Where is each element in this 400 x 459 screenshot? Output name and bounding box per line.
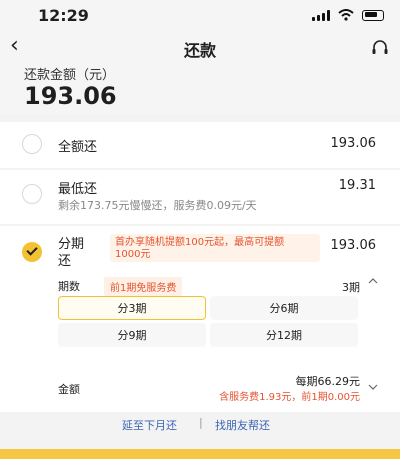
status-time: 12:29 [38,6,89,25]
option-min-note: 剩余173.75元慢慢还，服务费0.09元/天 [58,199,257,212]
status-bar: 12:29 [0,0,400,30]
chevron-up-icon[interactable] [368,276,378,286]
friend-repay-link[interactable]: 找朋友帮还 [215,417,270,433]
repay-amount-section: 还款金额（元） 193.06 [0,62,400,114]
repay-amount-label: 还款金额（元） [24,68,116,83]
confirm-repay-button[interactable] [0,449,400,459]
option-full-value: 193.06 [330,136,377,151]
battery-icon [362,9,384,21]
wifi-icon [338,9,354,21]
page-title: 还款 [183,41,216,60]
signal-icon [312,9,330,21]
link-separator: | [199,416,203,429]
chevron-down-icon[interactable] [368,382,378,392]
repay-amount-value: 193.06 [24,82,117,110]
option-full[interactable]: 全额还 193.06 [0,122,400,168]
option-installment-label: 分期 还 [58,236,84,270]
defer-link[interactable]: 延至下月还 [122,417,177,433]
installment-label-line1: 分期 [58,237,85,252]
radio-installment[interactable] [22,242,42,262]
promo-banner: 首办享随机提额100元起，最高可提额 1000元 [110,234,320,262]
radio-min[interactable] [22,184,42,204]
option-full-label: 全额还 [58,140,98,155]
promo-line1: 首办享随机提额100元起，最高可提额 [115,237,285,248]
option-installment-value: 193.06 [330,238,377,253]
fee-note: 含服务费1.93元，前1期0.00元 [219,392,360,403]
term-value[interactable]: 3期 [342,279,360,295]
term-label: 期数 [58,280,80,293]
plan-9[interactable]: 分9期 [58,323,206,347]
radio-full[interactable] [22,134,42,154]
installment-amount-label: 金额 [58,383,80,396]
installment-label-line2: 还 [58,254,72,269]
headset-icon[interactable] [371,39,389,57]
installment-amount-detail: 每期66.29元 含服务费1.93元，前1期0.00元 [219,374,360,406]
alt-repay-links: 延至下月还 | 找朋友帮还 [0,413,400,435]
option-min-value: 19.31 [338,178,376,193]
status-icons [312,9,384,21]
per-period-amount: 每期66.29元 [295,375,361,388]
plan-3[interactable]: 分3期 [58,296,206,320]
plan-6[interactable]: 分6期 [210,296,358,320]
plan-12[interactable]: 分12期 [210,323,358,347]
option-min[interactable]: 最低还 19.31 剩余173.75元慢慢还，服务费0.09元/天 [0,170,400,224]
promo-line2: 1000元 [115,249,151,260]
option-min-label: 最低还 [58,182,98,197]
term-badge: 前1期免服务费 [104,277,183,296]
